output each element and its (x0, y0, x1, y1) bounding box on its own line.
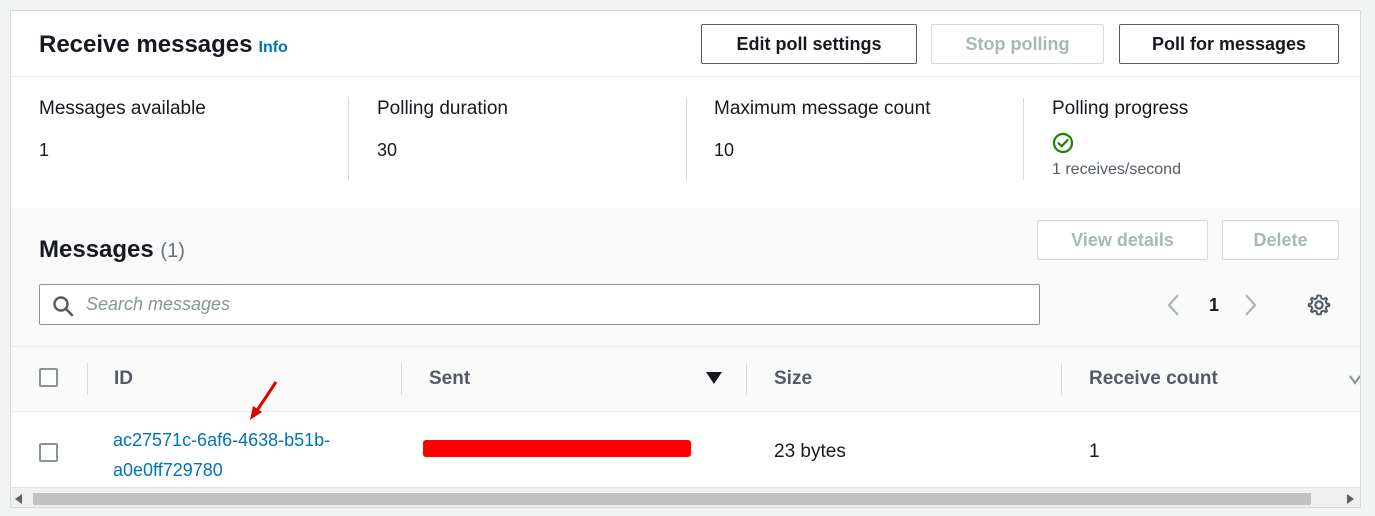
poll-for-messages-button[interactable]: Poll for messages (1119, 24, 1339, 64)
stat-label: Polling duration (377, 98, 508, 119)
divider (686, 98, 687, 180)
search-input[interactable] (86, 285, 1026, 324)
chevron-down-icon[interactable] (1349, 375, 1361, 385)
stat-value: 10 (714, 140, 735, 160)
view-details-button[interactable]: View details (1037, 220, 1208, 260)
chevron-left-icon[interactable] (1163, 292, 1185, 318)
message-size: 23 bytes (774, 441, 846, 462)
column-divider (87, 363, 88, 395)
column-divider (1061, 363, 1062, 395)
pagination: 1 (1163, 290, 1261, 320)
table-header: ID Sent Size Receive count (11, 346, 1360, 412)
column-header-size[interactable]: Size (774, 347, 812, 411)
search-icon (53, 296, 74, 317)
stat-label: Messages available (39, 98, 206, 119)
column-header-id[interactable]: ID (114, 347, 133, 411)
message-id-line: ac27571c-6af6-4638-b51b- (113, 430, 331, 450)
divider (348, 98, 349, 180)
page-title: Receive messages Info (39, 31, 288, 59)
stat-messages-available: Messages available 1 (39, 98, 206, 180)
stat-polling-duration: Polling duration 30 (377, 98, 508, 180)
column-divider (401, 363, 402, 395)
message-id-line: a0e0ff729780 (113, 460, 223, 480)
stat-value: 30 (377, 140, 398, 160)
scroll-right-icon[interactable] (1347, 494, 1355, 504)
chevron-right-icon[interactable] (1239, 292, 1261, 318)
polling-stats: Messages available 1 Polling duration 30… (11, 78, 1360, 208)
messages-title-text: Messages (39, 236, 154, 263)
table-row: ac27571c-6af6-4638-b51b- a0e0ff729780 23… (11, 413, 1360, 493)
receive-messages-panel: Receive messages Info Edit poll settings … (10, 10, 1361, 508)
messages-count: (1) (160, 240, 185, 262)
column-header-receive-count[interactable]: Receive count (1089, 347, 1218, 411)
message-receive-count: 1 (1089, 441, 1100, 462)
delete-button[interactable]: Delete (1222, 220, 1339, 260)
stat-label: Maximum message count (714, 98, 931, 119)
stat-max-message-count: Maximum message count 10 (714, 98, 930, 180)
sort-descending-icon[interactable] (706, 372, 722, 385)
stat-value: 1 (39, 140, 50, 160)
page-title-text: Receive messages (39, 31, 253, 58)
panel-header: Receive messages Info Edit poll settings … (11, 11, 1360, 77)
annotation-arrow-icon (250, 381, 278, 420)
column-header-sent[interactable]: Sent (429, 347, 470, 411)
select-all-checkbox[interactable] (39, 368, 58, 387)
divider (1023, 98, 1024, 180)
message-id-link[interactable]: ac27571c-6af6-4638-b51b- a0e0ff729780 (113, 425, 393, 485)
messages-title: Messages (1) (39, 236, 185, 264)
stop-polling-button[interactable]: Stop polling (931, 24, 1104, 64)
scrollbar-thumb[interactable] (33, 493, 1311, 505)
gear-icon[interactable] (1307, 293, 1331, 317)
check-circle-icon (1052, 132, 1074, 154)
redacted-sent-value (423, 440, 691, 457)
info-link[interactable]: Info (259, 39, 288, 56)
row-checkbox[interactable] (39, 443, 58, 462)
current-page[interactable]: 1 (1209, 295, 1219, 316)
search-box (39, 284, 1040, 325)
column-divider (746, 363, 747, 395)
horizontal-scrollbar[interactable] (11, 487, 1360, 507)
stat-polling-progress: Polling progress 1 receives/second (1052, 98, 1188, 180)
progress-status-text: 1 receives/second (1052, 161, 1181, 178)
messages-section: Messages (1) View details Delete 1 (11, 208, 1360, 507)
stat-label: Polling progress (1052, 98, 1189, 119)
edit-poll-settings-button[interactable]: Edit poll settings (701, 24, 917, 64)
scroll-left-icon[interactable] (15, 494, 23, 504)
